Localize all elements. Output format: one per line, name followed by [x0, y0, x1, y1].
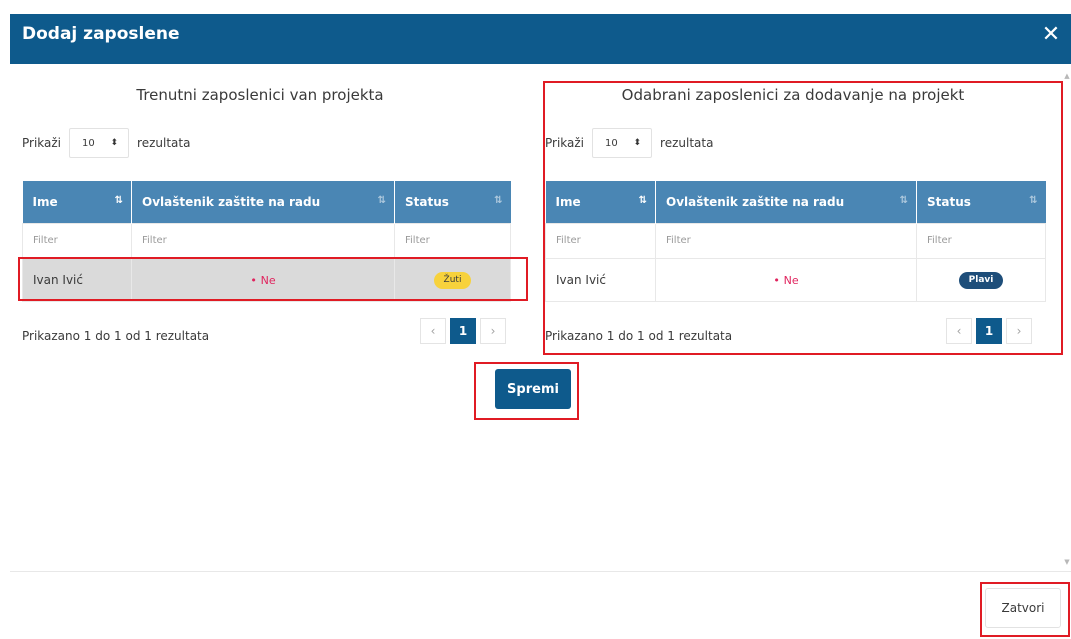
authorized-value: Ne	[783, 273, 799, 287]
save-button[interactable]: Spremi	[495, 369, 571, 409]
right-pagination: ‹ 1 ›	[946, 318, 1032, 344]
column-header-status[interactable]: Status ⇅	[394, 181, 511, 223]
status-badge: Žuti	[433, 271, 472, 289]
cell-authorized: • Ne	[655, 257, 917, 302]
sort-icon: ⇅	[638, 195, 647, 206]
cell-name: Ivan Ivić	[545, 257, 656, 302]
right-length-control: Prikaži 10 ⬍ rezultata	[545, 128, 713, 158]
cell-authorized: • Ne	[131, 257, 395, 302]
pagination-next-button[interactable]: ›	[480, 318, 506, 344]
status-badge: Plavi	[958, 271, 1004, 289]
filter-row: Filter Filter Filter	[22, 222, 511, 259]
left-pagination: ‹ 1 ›	[420, 318, 506, 344]
pagination-prev-button[interactable]: ‹	[946, 318, 972, 344]
left-table-info: Prikazano 1 do 1 od 1 rezultata	[22, 329, 210, 343]
left-page-size-select[interactable]: 10 ⬍	[69, 128, 130, 158]
modal-title: Dodaj zaposlene	[22, 24, 180, 44]
page-size-value: 10	[605, 137, 618, 149]
right-page-size-select[interactable]: 10 ⬍	[592, 128, 653, 158]
filter-row: Filter Filter Filter	[545, 222, 1046, 259]
close-button[interactable]: Zatvori	[985, 588, 1061, 628]
pagination-page-button[interactable]: 1	[450, 318, 476, 344]
left-panel-title: Trenutni zaposlenici van projekta	[136, 86, 384, 104]
length-prefix: Prikaži	[22, 136, 62, 150]
sort-icon: ⇅	[377, 195, 386, 206]
length-suffix: rezultata	[137, 136, 191, 150]
table-row[interactable]: Ivan Ivić • Ne Žuti	[22, 257, 511, 302]
modal-header: Dodaj zaposlene ✕	[10, 14, 1071, 64]
pagination-page-button[interactable]: 1	[976, 318, 1002, 344]
column-header-authorized[interactable]: Ovlaštenik zaštite na radu ⇅	[655, 181, 917, 223]
column-header-name[interactable]: Ime ⇅	[22, 181, 132, 223]
filter-status-input[interactable]: Filter	[916, 222, 1046, 259]
status-dot-icon: •	[250, 273, 257, 287]
right-table-info: Prikazano 1 do 1 od 1 rezultata	[545, 329, 733, 343]
filter-name-input[interactable]: Filter	[545, 222, 656, 259]
filter-name-input[interactable]: Filter	[22, 222, 132, 259]
filter-status-input[interactable]: Filter	[394, 222, 511, 259]
left-employees-table: Ime ⇅ Ovlaštenik zaštite na radu ⇅ Statu…	[22, 181, 511, 302]
close-icon[interactable]: ✕	[1039, 23, 1063, 47]
filter-authorized-input[interactable]: Filter	[131, 222, 395, 259]
cell-status: Žuti	[394, 257, 511, 302]
column-header-authorized[interactable]: Ovlaštenik zaštite na radu ⇅	[131, 181, 395, 223]
right-employees-table: Ime ⇅ Ovlaštenik zaštite na radu ⇅ Statu…	[545, 181, 1046, 302]
sort-icon: ⇅	[494, 195, 503, 206]
right-panel-title: Odabrani zaposlenici za dodavanje na pro…	[621, 86, 965, 104]
length-prefix: Prikaži	[545, 136, 585, 150]
select-arrows-icon: ⬍	[633, 138, 642, 148]
left-length-control: Prikaži 10 ⬍ rezultata	[22, 128, 190, 158]
pagination-prev-button[interactable]: ‹	[420, 318, 446, 344]
footer-divider	[10, 571, 1071, 572]
status-dot-icon: •	[773, 273, 780, 287]
cell-status: Plavi	[916, 257, 1046, 302]
sort-icon: ⇅	[899, 195, 908, 206]
authorized-value: Ne	[260, 273, 276, 287]
scroll-down-icon[interactable]: ▼	[1063, 558, 1071, 566]
table-row[interactable]: Ivan Ivić • Ne Plavi	[545, 257, 1046, 302]
page-size-value: 10	[82, 137, 95, 149]
scroll-up-icon[interactable]: ▲	[1063, 72, 1071, 80]
pagination-next-button[interactable]: ›	[1006, 318, 1032, 344]
sort-icon: ⇅	[114, 195, 123, 206]
length-suffix: rezultata	[660, 136, 714, 150]
select-arrows-icon: ⬍	[110, 138, 119, 148]
column-header-status[interactable]: Status ⇅	[916, 181, 1046, 223]
column-header-name[interactable]: Ime ⇅	[545, 181, 656, 223]
filter-authorized-input[interactable]: Filter	[655, 222, 917, 259]
cell-name: Ivan Ivić	[22, 257, 132, 302]
sort-icon: ⇅	[1029, 195, 1038, 206]
